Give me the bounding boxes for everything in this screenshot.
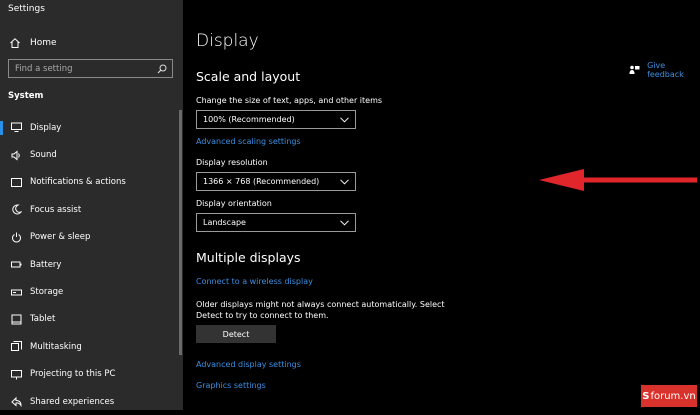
sidebar-item-label: Tablet [30,314,56,325]
sidebar-item-label: Notifications & actions [30,177,126,188]
app-title: Settings [8,4,45,14]
sidebar-item-power-sleep[interactable]: Power & sleep [0,224,183,251]
sidebar-item-label: Display [30,122,62,133]
tablet-icon [10,313,22,325]
size-dropdown-value: 100% (Recommended) [203,115,295,124]
sidebar-item-display[interactable]: Display [0,114,183,141]
sidebar-item-notifications[interactable]: Notifications & actions [0,169,183,196]
scale-layout-heading: Scale and layout [196,69,301,84]
resolution-dropdown[interactable]: 1366 × 768 (Recommended) [196,172,356,191]
wireless-display-link[interactable]: Connect to a wireless display [196,277,313,286]
detect-button[interactable]: Detect [196,325,276,343]
sidebar-item-sound[interactable]: Sound [0,141,183,168]
orientation-dropdown-value: Landscape [203,218,246,227]
chevron-down-icon [339,177,349,187]
orientation-label: Display orientation [196,199,272,208]
multitasking-icon [10,341,22,353]
sidebar-item-label: Shared experiences [30,396,115,407]
moon-icon [10,204,22,216]
sidebar-item-label: Battery [30,259,62,270]
page-title: Display [196,31,259,51]
sidebar-item-label: Focus assist [30,204,82,215]
give-feedback-label: Give feedback [647,61,684,79]
chevron-down-icon [339,218,349,228]
sidebar-item-focus-assist[interactable]: Focus assist [0,196,183,223]
sidebar-item-label: Power & sleep [30,232,91,243]
section-label: System [8,91,44,101]
sidebar-item-label: Multitasking [30,341,82,352]
feedback-icon [629,64,640,76]
sidebar-item-label: Projecting to this PC [30,369,116,380]
advanced-display-link[interactable]: Advanced display settings [196,360,301,369]
sidebar-item-battery[interactable]: Battery [0,251,183,278]
search-icon[interactable] [155,62,169,76]
speaker-icon [10,149,22,161]
home-label: Home [30,38,57,48]
size-label: Change the size of text, apps, and other… [196,96,383,105]
sidebar: Settings Home System Display Sound Notif… [0,0,183,410]
shared-icon [10,396,22,408]
watermark-logo: Sforum.vn [641,385,697,407]
main-content: Display Scale and layout Change the size… [183,0,700,410]
home-nav-item[interactable]: Home [8,35,57,51]
sidebar-item-storage[interactable]: Storage [0,278,183,305]
sidebar-item-multitasking[interactable]: Multitasking [0,333,183,360]
sidebar-item-label: Storage [30,287,64,298]
sidebar-item-projecting[interactable]: Projecting to this PC [0,361,183,388]
chevron-down-icon [339,115,349,125]
watermark-s: S [642,390,650,402]
resolution-label: Display resolution [196,158,268,167]
storage-icon [10,286,22,298]
sidebar-item-label: Sound [30,150,57,161]
size-dropdown[interactable]: 100% (Recommended) [196,110,356,129]
battery-icon [10,259,22,271]
projector-icon [10,368,22,380]
sidebar-scrollbar[interactable] [179,110,182,355]
graphics-settings-link[interactable]: Graphics settings [196,381,266,390]
sidebar-item-tablet[interactable]: Tablet [0,306,183,333]
watermark-text: forum.vn [650,390,696,402]
home-icon [8,36,22,50]
notification-icon [10,176,22,188]
orientation-dropdown[interactable]: Landscape [196,213,356,232]
advanced-scaling-link[interactable]: Advanced scaling settings [196,137,301,146]
monitor-icon [10,122,22,134]
power-icon [10,231,22,243]
give-feedback-link[interactable]: Give feedback [629,61,700,79]
search-box[interactable] [8,59,173,78]
annotation-arrow [539,169,697,191]
multiple-displays-heading: Multiple displays [196,250,301,265]
search-input[interactable] [9,63,155,74]
sidebar-item-shared-experiences[interactable]: Shared experiences [0,388,183,415]
resolution-dropdown-value: 1366 × 768 (Recommended) [203,177,320,186]
detect-note: Older displays might not always connect … [196,300,445,320]
sidebar-nav: Display Sound Notifications & actions Fo… [0,114,183,415]
